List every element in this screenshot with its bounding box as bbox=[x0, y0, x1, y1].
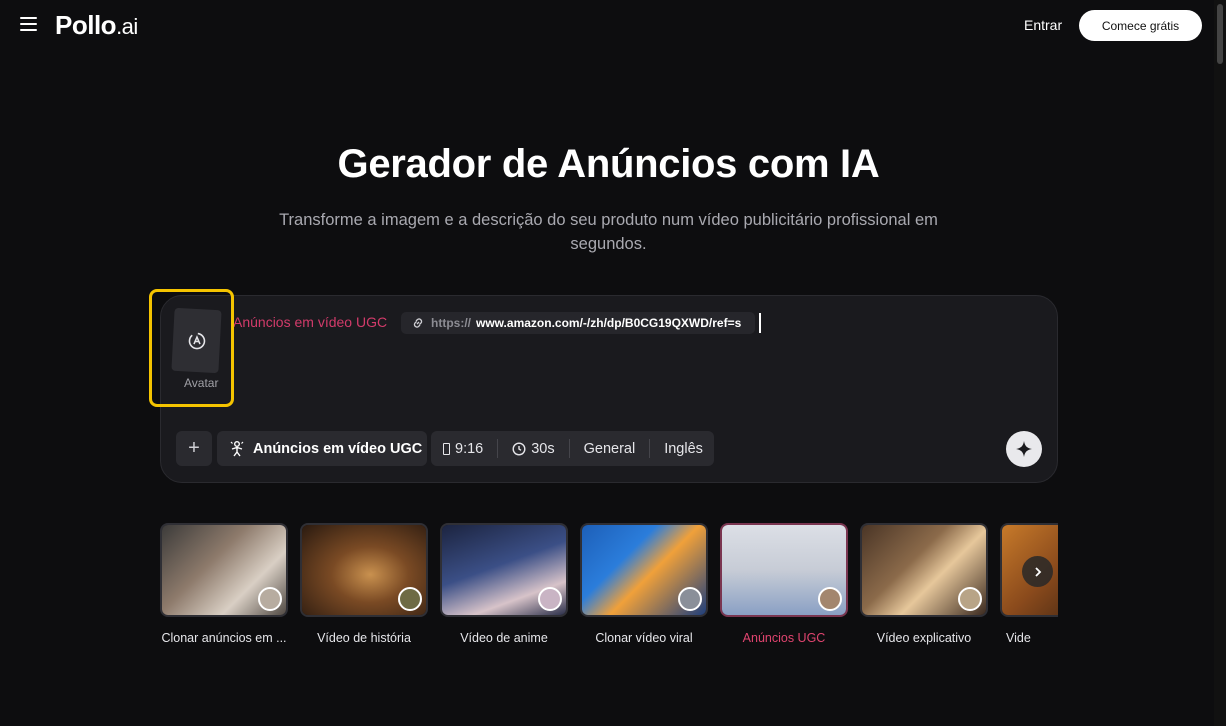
template-caption: Vide bbox=[1006, 631, 1031, 645]
template-avatar bbox=[678, 587, 702, 611]
template-avatar bbox=[958, 587, 982, 611]
clock-icon bbox=[512, 441, 526, 456]
template-card[interactable]: Vídeo de história bbox=[300, 523, 428, 653]
ugc-person-icon bbox=[230, 441, 244, 457]
template-avatar bbox=[398, 587, 422, 611]
url-protocol: https:// bbox=[431, 316, 471, 330]
language-value: Inglês bbox=[664, 440, 703, 457]
page-scrollbar[interactable] bbox=[1214, 0, 1226, 726]
logo[interactable]: Pollo.ai bbox=[55, 10, 138, 41]
mode-label: Anúncios em vídeo UGC bbox=[253, 440, 423, 457]
top-navigation: Pollo.ai Entrar Comece grátis bbox=[0, 0, 1214, 52]
template-carousel: Clonar anúncios em ... Vídeo de história… bbox=[160, 523, 1058, 653]
template-avatar bbox=[258, 587, 282, 611]
avatar-selector[interactable] bbox=[171, 307, 222, 374]
chevron-right-icon bbox=[1034, 566, 1041, 577]
template-thumbnail bbox=[440, 523, 568, 617]
page-title: Gerador de Anúncios com IA bbox=[337, 142, 880, 186]
menu-icon[interactable] bbox=[20, 17, 37, 31]
video-settings: 9:16 30s General Inglês bbox=[431, 431, 714, 466]
template-avatar bbox=[818, 587, 842, 611]
aspect-ratio-setting[interactable]: 9:16 bbox=[431, 439, 497, 458]
start-free-button[interactable]: Comece grátis bbox=[1079, 10, 1202, 41]
template-caption: Anúncios UGC bbox=[742, 631, 826, 645]
template-card[interactable]: Vídeo de anime bbox=[440, 523, 568, 653]
duration-setting[interactable]: 30s bbox=[497, 439, 568, 458]
template-card[interactable]: Vide bbox=[1000, 523, 1058, 653]
style-setting[interactable]: General bbox=[568, 439, 650, 458]
template-card[interactable]: Clonar vídeo viral bbox=[580, 523, 708, 653]
language-setting[interactable]: Inglês bbox=[649, 439, 717, 458]
template-thumbnail bbox=[300, 523, 428, 617]
avatar-swap-icon bbox=[188, 332, 205, 349]
carousel-next-button[interactable] bbox=[1022, 556, 1053, 587]
sparkle-icon bbox=[1016, 441, 1032, 457]
template-avatar bbox=[538, 587, 562, 611]
template-caption: Vídeo explicativo bbox=[876, 631, 972, 645]
generate-button[interactable] bbox=[1006, 431, 1042, 467]
template-caption: Clonar vídeo viral bbox=[595, 631, 693, 645]
link-icon bbox=[411, 316, 425, 330]
avatar-label: Avatar bbox=[184, 376, 219, 390]
template-card[interactable]: Anúncios UGC bbox=[720, 523, 848, 653]
template-thumbnail bbox=[580, 523, 708, 617]
template-caption: Vídeo de história bbox=[317, 631, 411, 645]
url-address: www.amazon.com/-/zh/dp/B0CG19QXWD/ref=s bbox=[476, 316, 742, 330]
scrollbar-thumb[interactable] bbox=[1217, 4, 1223, 64]
template-caption: Clonar anúncios em ... bbox=[161, 631, 287, 645]
template-thumbnail bbox=[720, 523, 848, 617]
add-button[interactable]: + bbox=[176, 431, 212, 466]
style-value: General bbox=[583, 440, 636, 457]
duration-value: 30s bbox=[531, 440, 555, 457]
template-card[interactable]: Clonar anúncios em ... bbox=[160, 523, 288, 653]
template-thumbnail bbox=[860, 523, 988, 617]
template-card[interactable]: Vídeo explicativo bbox=[860, 523, 988, 653]
ratio-icon bbox=[443, 442, 450, 455]
text-caret bbox=[759, 313, 761, 333]
page-subtitle: Transforme a imagem e a descrição do seu… bbox=[279, 211, 938, 253]
logo-suffix-text: .ai bbox=[116, 14, 138, 39]
product-url-chip[interactable]: https:// www.amazon.com/-/zh/dp/B0CG19QX… bbox=[401, 312, 755, 334]
mode-selector[interactable]: Anúncios em vídeo UGC bbox=[217, 431, 427, 466]
logo-main-text: Pollo bbox=[55, 10, 117, 40]
aspect-ratio-value: 9:16 bbox=[455, 440, 484, 457]
template-thumbnail bbox=[160, 523, 288, 617]
prompt-mode-tag: Anúncios em vídeo UGC bbox=[233, 314, 388, 330]
template-caption: Vídeo de anime bbox=[460, 631, 548, 645]
login-link[interactable]: Entrar bbox=[1024, 17, 1062, 33]
